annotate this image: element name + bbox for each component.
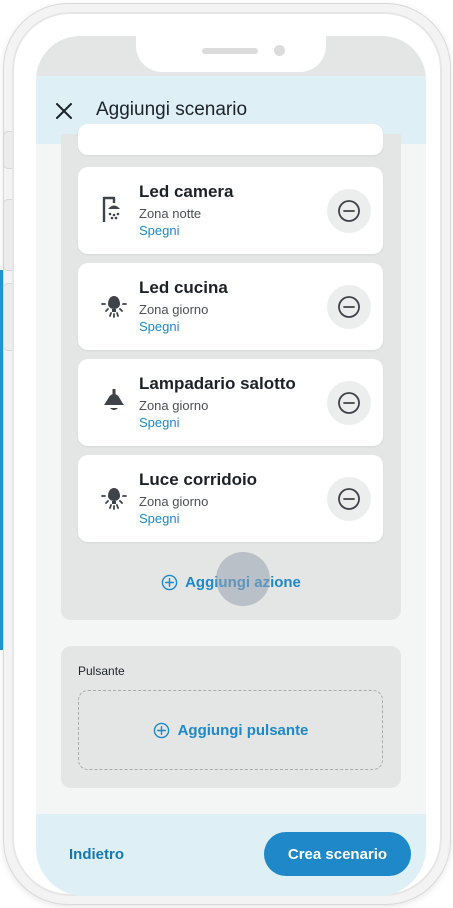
button-section-label: Pulsante (78, 664, 125, 678)
action-card[interactable]: Lampadario salotto Zona giorno Spegni (78, 359, 383, 446)
action-state: Spegni (139, 319, 180, 334)
content: Led camera Zona notte Spegni Led cucina … (36, 124, 426, 814)
action-card[interactable]: Luce corridoio Zona giorno Spegni (78, 455, 383, 542)
app-screen: Aggiungi scenario Led camera Zona notte … (36, 36, 426, 896)
side-button-volume-down (4, 284, 12, 350)
action-state: Spegni (139, 223, 180, 238)
add-button-label: Aggiungi pulsante (177, 721, 309, 739)
close-icon[interactable] (54, 101, 74, 121)
plus-circle-icon (153, 722, 169, 738)
action-zone: Zona giorno (139, 494, 209, 509)
minus-circle-icon (338, 200, 360, 222)
action-zone: Zona giorno (139, 398, 209, 413)
touch-indicator (216, 552, 270, 606)
footer: Indietro Crea scenario (36, 814, 426, 896)
shower-light-icon (102, 196, 120, 222)
remove-action-button[interactable] (327, 189, 371, 233)
plus-circle-icon (161, 574, 178, 590)
minus-circle-icon (338, 392, 360, 414)
status-area (36, 36, 426, 76)
action-zone: Zona giorno (139, 302, 209, 317)
action-zone: Zona notte (139, 206, 202, 221)
button-panel: Pulsante Aggiungi pulsante (61, 646, 401, 788)
page-title: Aggiungi scenario (96, 99, 248, 120)
action-card[interactable]: Led cucina Zona giorno Spegni (78, 263, 383, 350)
remove-action-button[interactable] (327, 285, 371, 329)
add-button-area[interactable]: Aggiungi pulsante (78, 690, 383, 770)
remove-action-button[interactable] (327, 381, 371, 425)
action-name: Led cucina (139, 278, 228, 297)
bulb-icon (101, 296, 127, 318)
create-scenario-button[interactable]: Crea scenario (264, 832, 411, 876)
action-name: Led camera (139, 182, 234, 201)
camera (274, 45, 285, 56)
back-button[interactable]: Indietro (69, 846, 124, 863)
minus-circle-icon (338, 488, 360, 510)
side-button-mute (4, 132, 12, 168)
speaker (202, 48, 258, 54)
action-state: Spegni (139, 415, 180, 430)
remove-action-button[interactable] (327, 477, 371, 521)
action-card-partial[interactable] (78, 124, 383, 155)
bulb-icon (101, 488, 127, 510)
side-button-volume-up (4, 200, 12, 270)
action-card[interactable]: Led camera Zona notte Spegni (78, 167, 383, 254)
action-state: Spegni (139, 511, 180, 526)
minus-circle-icon (338, 296, 360, 318)
notch (136, 36, 326, 72)
action-name: Luce corridoio (139, 470, 258, 489)
chandelier-icon (104, 389, 124, 410)
action-name: Lampadario salotto (139, 374, 296, 393)
